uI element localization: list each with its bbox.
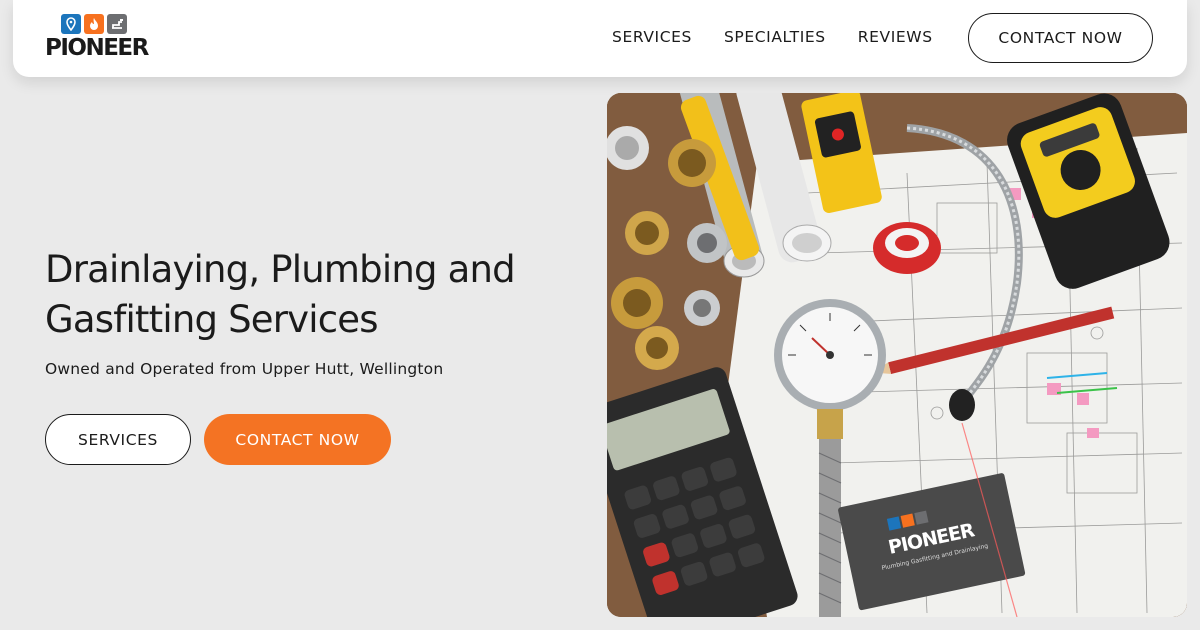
brand-name: PIONEER (45, 35, 149, 61)
faucet-icon (107, 14, 127, 34)
site-header: PIONEER SERVICES SPECIALTIES REVIEWS CON… (13, 0, 1187, 77)
nav-link-specialties[interactable]: SPECIALTIES (724, 28, 826, 46)
services-button[interactable]: SERVICES (45, 414, 191, 465)
brand-logo[interactable]: PIONEER (45, 14, 155, 66)
main-nav: SERVICES SPECIALTIES REVIEWS (612, 28, 965, 46)
plumbing-tools-illustration: PIONEER Plumbing Gasfitting and Drainlay… (607, 93, 1187, 617)
nav-link-services[interactable]: SERVICES (612, 28, 692, 46)
hero-title: Drainlaying, Plumbing and Gasfitting Ser… (45, 248, 516, 341)
contact-now-button[interactable]: CONTACT NOW (204, 414, 391, 465)
hero-image: PIONEER Plumbing Gasfitting and Drainlay… (607, 93, 1187, 617)
nav-link-reviews[interactable]: REVIEWS (858, 28, 933, 46)
map-pin-icon (61, 14, 81, 34)
logo-icons (61, 14, 155, 34)
hero-subtitle: Owned and Operated from Upper Hutt, Well… (45, 360, 444, 378)
nav-contact-button[interactable]: CONTACT NOW (968, 13, 1153, 63)
flame-icon (84, 14, 104, 34)
